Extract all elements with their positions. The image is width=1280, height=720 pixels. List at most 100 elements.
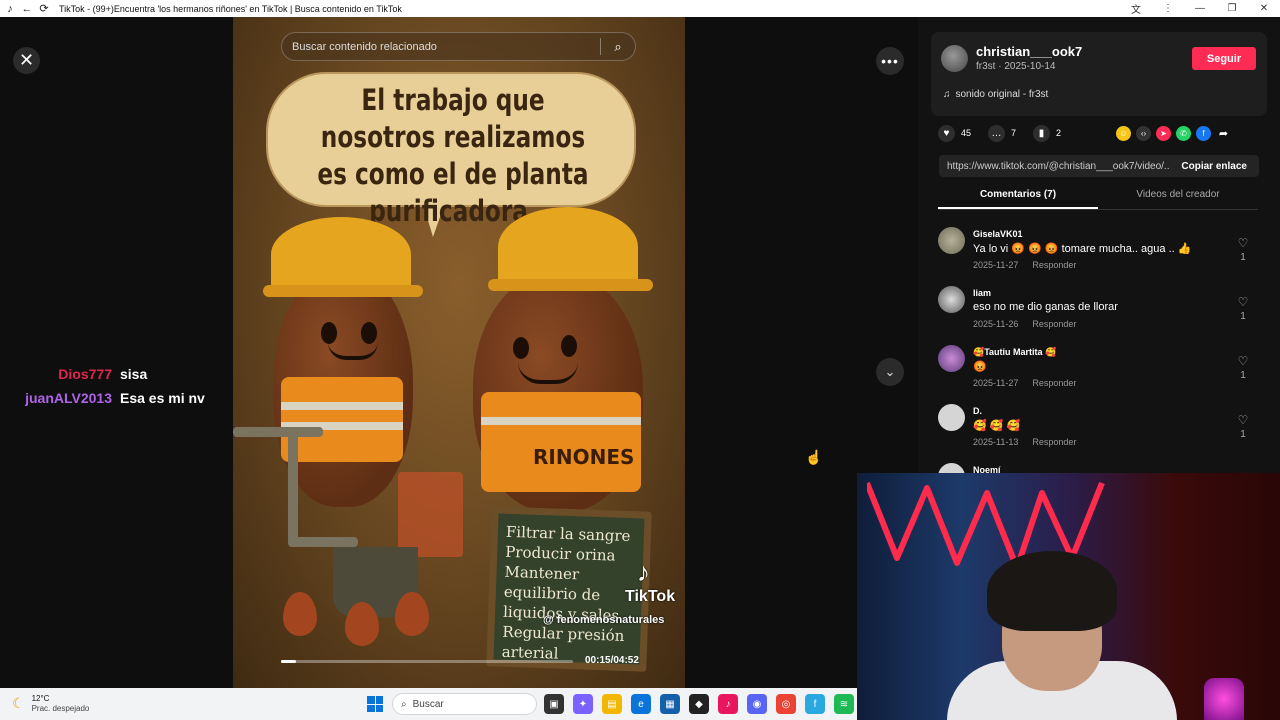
eye xyxy=(321,322,337,344)
commenter-name[interactable]: liam xyxy=(973,288,991,298)
translate-icon[interactable]: 文 xyxy=(1120,1,1152,16)
share-url[interactable]: https://www.tiktok.com/@christian___ook7… xyxy=(947,161,1169,172)
spotify-icon[interactable]: ≋ xyxy=(834,694,854,714)
weather-moon-icon: ☾ xyxy=(12,695,25,711)
send-icon[interactable]: ➤ xyxy=(1156,126,1171,141)
app-cube-icon[interactable]: ◆ xyxy=(689,694,709,714)
author-card: christian___ook7 fr3st · 2025-10-14 Segu… xyxy=(931,32,1267,116)
tiktok-favicon-icon: ♪ xyxy=(7,2,13,15)
restore-icon[interactable]: ❐ xyxy=(1216,3,1248,14)
search-icon[interactable]: ⌕ xyxy=(601,39,635,55)
reply-button[interactable]: Responder xyxy=(1032,437,1076,447)
comment-date: 2025-11-27 xyxy=(973,378,1019,388)
more-horizontal-icon: ••• xyxy=(881,53,899,69)
save-action[interactable]: ▮ 2 xyxy=(1033,124,1062,142)
related-search-input[interactable]: Buscar contenido relacionado xyxy=(292,41,600,53)
reply-button[interactable]: Responder xyxy=(1032,319,1076,329)
repost-icon[interactable]: ☺ xyxy=(1116,126,1131,141)
chat-text: sisa xyxy=(120,366,148,382)
comment-like[interactable]: ♡ 1 xyxy=(1236,236,1250,263)
comment-text: eso no me dio ganas de llorar xyxy=(973,301,1118,313)
weather-widget[interactable]: ☾ 12°C Prac. despejado xyxy=(12,694,89,713)
share-link-box: https://www.tiktok.com/@christian___ook7… xyxy=(939,155,1259,177)
copy-link-button[interactable]: Copiar enlace xyxy=(1169,161,1259,172)
next-video-button[interactable]: ⌄ xyxy=(876,358,904,386)
more-vertical-icon[interactable]: ⋮ xyxy=(1152,3,1184,14)
pipe xyxy=(233,427,323,437)
tab-comments[interactable]: Comentarios (7) xyxy=(938,189,1098,209)
watermark-handle: @ fenomenosnaturales xyxy=(543,614,665,626)
chrome-icon[interactable]: ◎ xyxy=(776,694,796,714)
related-search-bar[interactable]: Buscar contenido relacionado ⌕ xyxy=(281,32,636,61)
comment-like[interactable]: ♡ 1 xyxy=(1236,354,1250,381)
comment-like[interactable]: ♡ 1 xyxy=(1236,295,1250,322)
stream-chat-overlay: Dios777 sisa juanALV2013 Esa es mi nv xyxy=(0,362,210,410)
whatsapp-icon[interactable]: ✆ xyxy=(1176,126,1191,141)
like-action[interactable]: ♥ 45 xyxy=(938,124,972,142)
video-progress-bar[interactable] xyxy=(281,660,573,663)
chevron-down-icon: ⌄ xyxy=(884,364,896,379)
embed-icon[interactable]: ‹› xyxy=(1136,126,1151,141)
comment-action[interactable]: … 7 xyxy=(988,124,1016,142)
tiktok-app-icon[interactable]: ♪ xyxy=(718,694,738,714)
file-explorer-icon[interactable]: ▤ xyxy=(602,694,622,714)
minimize-icon[interactable]: — xyxy=(1184,3,1216,14)
chat-message: juanALV2013 Esa es mi nv xyxy=(0,386,210,410)
blood-drop-character xyxy=(395,592,429,636)
browser-title-bar: ♪ ← ⟳ TikTok - (99+)Encuentra 'los herma… xyxy=(0,0,1280,17)
more-options-button[interactable]: ••• xyxy=(876,47,904,75)
close-window-icon[interactable]: ✕ xyxy=(1248,3,1280,14)
reply-button[interactable]: Responder xyxy=(1032,378,1076,388)
pipe xyxy=(288,432,298,542)
comment-meta: 2025-11-27 Responder xyxy=(973,260,1076,270)
tab-creator-videos[interactable]: Videos del creador xyxy=(1098,189,1258,209)
comment-like-count: 1 xyxy=(1240,311,1246,322)
heart-outline-icon: ♡ xyxy=(1237,236,1249,250)
store-icon[interactable]: ▦ xyxy=(660,694,680,714)
comment-like-count: 1 xyxy=(1240,429,1246,440)
commenter-avatar[interactable] xyxy=(938,227,965,254)
comment-date: 2025-11-26 xyxy=(973,319,1019,329)
helmet-brim-left xyxy=(263,285,423,297)
commenter-avatar[interactable] xyxy=(938,404,965,431)
app-icon[interactable]: f xyxy=(805,694,825,714)
comment-like-count: 1 xyxy=(1240,252,1246,263)
close-video-button[interactable]: ✕ xyxy=(13,47,40,74)
author-name[interactable]: christian___ook7 xyxy=(976,44,1082,59)
helmet-right xyxy=(498,207,638,287)
task-view-icon[interactable]: ▣ xyxy=(544,694,564,714)
reply-button[interactable]: Responder xyxy=(1032,260,1076,270)
commenter-avatar[interactable] xyxy=(938,345,965,372)
windows-taskbar: ☾ 12°C Prac. despejado ⌕ Buscar ▣ ✦ ▤ e ▦… xyxy=(0,688,857,720)
video-player[interactable]: Buscar contenido relacionado ⌕ El trabaj… xyxy=(233,17,685,688)
commenter-avatar[interactable] xyxy=(938,286,965,313)
edge-icon[interactable]: e xyxy=(631,694,651,714)
back-arrow-icon[interactable]: ← xyxy=(20,2,34,16)
neon-lamp xyxy=(1204,678,1244,720)
copilot-icon[interactable]: ✦ xyxy=(573,694,593,714)
music-row[interactable]: ♫ sonido original - fr3st xyxy=(943,89,1048,100)
refresh-icon[interactable]: ⟳ xyxy=(37,2,51,16)
mouse-cursor-icon: ☝ xyxy=(805,449,823,465)
weather-temp: 12°C xyxy=(31,694,50,703)
glass-container xyxy=(398,472,463,557)
taskbar-search[interactable]: ⌕ Buscar xyxy=(392,693,537,715)
hair xyxy=(987,551,1117,631)
comment-icon: … xyxy=(988,124,1006,142)
facebook-icon[interactable]: f xyxy=(1196,126,1211,141)
heart-icon: ♥ xyxy=(938,124,955,142)
commenter-name[interactable]: 🥰Tautiu Martita 🥰 xyxy=(973,347,1056,358)
like-count: 45 xyxy=(961,128,972,138)
discord-icon[interactable]: ◉ xyxy=(747,694,767,714)
windows-start-icon[interactable] xyxy=(367,696,383,712)
follow-button[interactable]: Seguir xyxy=(1192,47,1256,70)
commenter-name[interactable]: D. xyxy=(973,406,982,416)
commenter-name[interactable]: GiselaVK01 xyxy=(973,229,1023,239)
comment-like[interactable]: ♡ 1 xyxy=(1236,413,1250,440)
share-arrow-icon[interactable]: ➦ xyxy=(1216,126,1231,141)
author-avatar[interactable] xyxy=(941,45,968,72)
save-count: 2 xyxy=(1056,128,1062,138)
taskbar-search-input[interactable]: Buscar xyxy=(413,699,444,710)
taskbar-apps: ▣ ✦ ▤ e ▦ ◆ ♪ ◉ ◎ f ≋ xyxy=(544,694,854,714)
safety-vest-right xyxy=(481,392,641,492)
